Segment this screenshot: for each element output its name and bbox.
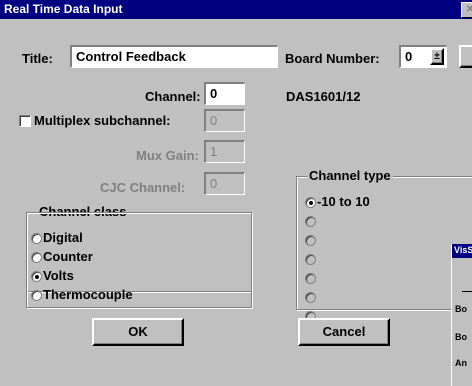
- title-input[interactable]: Control Feedback: [70, 45, 278, 68]
- channel-type-legend: Channel type: [307, 168, 393, 183]
- mux-gain-label: Mux Gain:: [136, 148, 199, 163]
- title-label: Title:: [22, 51, 53, 66]
- multiplex-subchannel-input[interactable]: 0: [204, 109, 245, 132]
- background-window-line-2: Bo: [455, 332, 467, 342]
- title-bar: Real Time Data Input ✕: [0, 0, 472, 19]
- board-dropdown-button[interactable]: [459, 45, 472, 68]
- radio-type-3[interactable]: [305, 235, 316, 246]
- channel-label: Channel:: [145, 89, 201, 104]
- board-number-spinner[interactable]: ±: [430, 48, 444, 65]
- board-number-label: Board Number:: [285, 51, 380, 66]
- multiplex-label: Multiplex subchannel:: [34, 113, 171, 128]
- cjc-channel-label: CJC Channel:: [100, 180, 186, 195]
- background-window-divider: [462, 291, 472, 292]
- cancel-button[interactable]: Cancel: [298, 318, 390, 346]
- radio-type-1[interactable]: [305, 197, 316, 208]
- option-type-1-label: -10 to 10: [317, 194, 370, 209]
- radio-type-5[interactable]: [305, 273, 316, 284]
- channel-class-frame: [26, 212, 252, 308]
- background-window-line-1: Bo: [455, 304, 467, 314]
- close-button[interactable]: ✕: [461, 2, 472, 18]
- radio-type-4[interactable]: [305, 254, 316, 265]
- mux-gain-input[interactable]: 1: [204, 140, 245, 163]
- window-title: Real Time Data Input: [4, 2, 123, 16]
- channel-input[interactable]: 0: [204, 82, 245, 105]
- cjc-channel-input[interactable]: 0: [204, 172, 245, 195]
- background-window-title: VisS: [454, 245, 472, 255]
- radio-type-2[interactable]: [305, 216, 316, 227]
- ok-button[interactable]: OK: [92, 318, 184, 346]
- multiplex-checkbox[interactable]: [19, 115, 31, 127]
- background-window-titlebar: VisS: [452, 244, 472, 258]
- background-window-line-3: An: [455, 358, 467, 368]
- radio-type-6[interactable]: [305, 292, 316, 303]
- board-model-text: DAS1601/12: [286, 89, 361, 104]
- background-window[interactable]: VisS Bo Bo An: [451, 244, 472, 386]
